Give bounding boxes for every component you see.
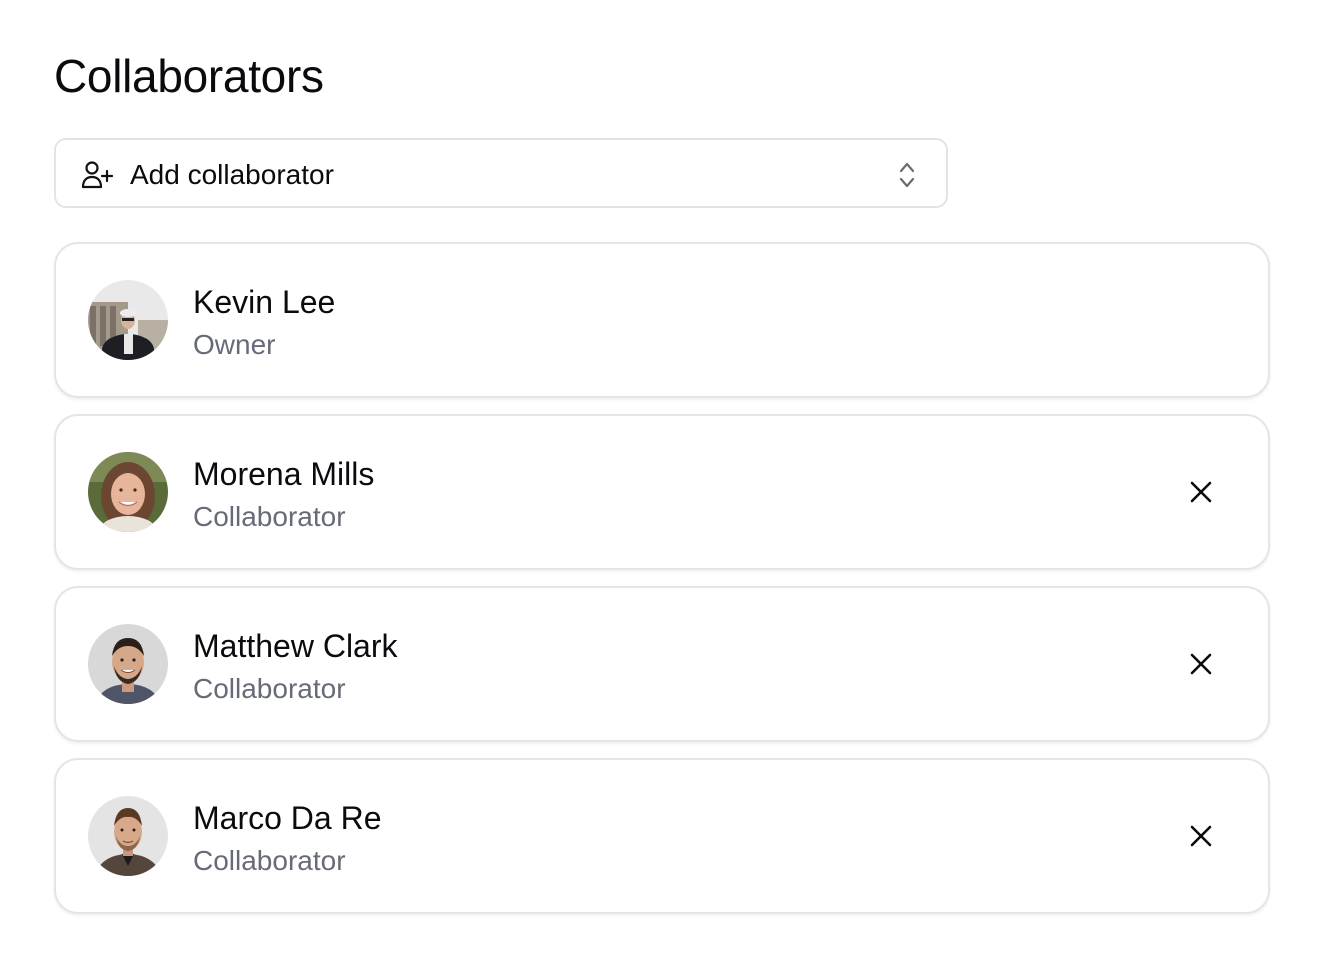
collaborator-role: Collaborator xyxy=(193,501,346,532)
collaborators-page: Collaborators Add collaborator Kevin Lee… xyxy=(0,0,1322,968)
avatar xyxy=(88,280,168,360)
collaborator-name: Kevin Lee xyxy=(193,284,336,320)
collaborator-name: Marco Da Re xyxy=(193,800,382,836)
close-icon xyxy=(1190,653,1212,675)
collaborator-name: Morena Mills xyxy=(193,456,375,492)
collaborator-name: Matthew Clark xyxy=(193,628,398,664)
page-title: Collaborators xyxy=(54,50,324,102)
collaborator-card: Marco Da Re Collaborator xyxy=(54,758,1270,914)
add-collaborator-label: Add collaborator xyxy=(130,159,334,190)
add-collaborator-select[interactable]: Add collaborator xyxy=(54,138,948,208)
collaborator-card: Morena Mills Collaborator xyxy=(54,414,1270,570)
collaborator-card: Matthew Clark Collaborator xyxy=(54,586,1270,742)
collaborator-role: Collaborator xyxy=(193,845,346,876)
remove-collaborator-button[interactable] xyxy=(1186,477,1216,507)
user-plus-icon xyxy=(81,161,113,189)
collaborator-card: Kevin Lee Owner xyxy=(54,242,1270,398)
avatar xyxy=(88,796,168,876)
collaborator-role: Collaborator xyxy=(193,673,346,704)
avatar xyxy=(88,452,168,532)
close-icon xyxy=(1190,481,1212,503)
remove-collaborator-button[interactable] xyxy=(1186,649,1216,679)
collaborator-list: Kevin Lee Owner Morena Mills Collaborato… xyxy=(54,242,1270,930)
collaborator-role: Owner xyxy=(193,329,276,360)
close-icon xyxy=(1190,825,1212,847)
chevron-up-down-icon xyxy=(899,162,915,188)
remove-collaborator-button[interactable] xyxy=(1186,821,1216,851)
avatar xyxy=(88,624,168,704)
